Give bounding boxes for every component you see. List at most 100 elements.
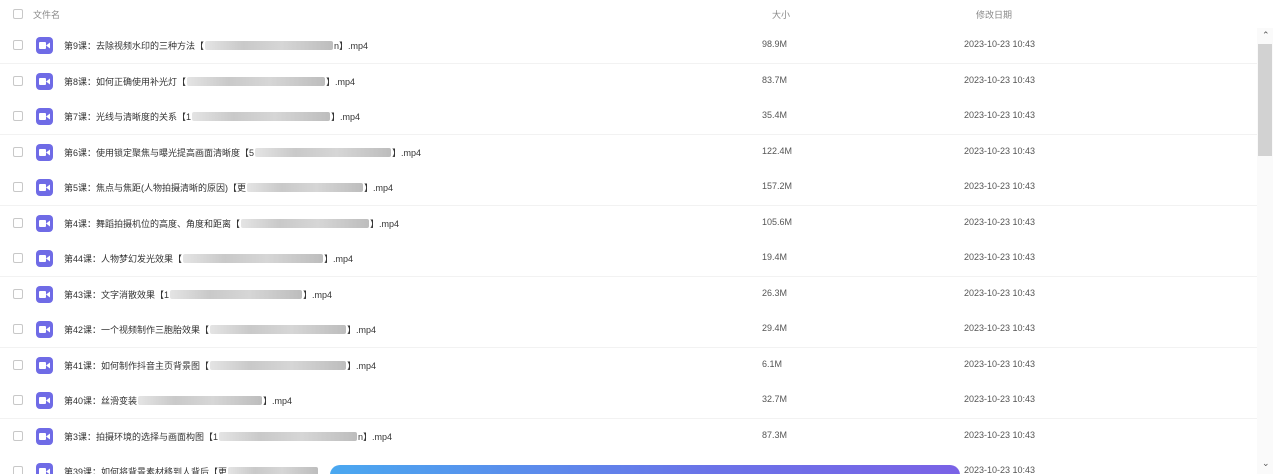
file-name-prefix: 第42课：一个视频制作三胞胎效果【	[64, 325, 210, 335]
file-name-suffix: 】.mp4	[347, 325, 377, 335]
row-checkbox[interactable]	[13, 217, 23, 228]
video-camera-icon	[36, 356, 53, 374]
row-checkbox[interactable]	[13, 40, 23, 50]
row-checkbox[interactable]	[13, 75, 23, 86]
file-row[interactable]: 第4课：舞蹈拍摄机位的高度、角度和距离【 】.mp4 105.6M 2023-10-2…	[0, 205, 1257, 242]
select-all-checkbox[interactable]	[13, 9, 23, 19]
file-name-prefix: 第4课：舞蹈拍摄机位的高度、角度和距离【	[64, 218, 241, 229]
file-row[interactable]: 第40课：丝滑变装 】.mp4 32.7M 2023-10-23 10:43	[0, 383, 1257, 419]
file-name[interactable]: 第44课：人物梦幻发光效果【 】.mp4	[64, 252, 353, 265]
file-row[interactable]: 第44课：人物梦幻发光效果【 】.mp4 19.4M 2023-10-23 10:43	[0, 241, 1257, 277]
file-name-prefix: 第7课：光线与清晰度的关系【1	[64, 112, 192, 122]
file-size: 6.1M	[762, 358, 783, 369]
file-modified-date: 2023-10-23 10:43	[964, 110, 1036, 120]
file-name-prefix: 第8课：如何正确使用补光灯【	[64, 76, 187, 87]
row-checkbox[interactable]	[13, 324, 23, 334]
column-header-size[interactable]: 大小	[772, 8, 790, 21]
file-name-prefix: 第39课：如何将背景素材移到人背后【更	[64, 467, 228, 474]
column-header-date[interactable]: 修改日期	[976, 8, 1012, 21]
chevron-up-icon[interactable]: ⌃	[1262, 30, 1270, 41]
file-modified-date: 2023-10-23 10:43	[964, 323, 1036, 333]
file-name[interactable]: 第39课：如何将背景素材移到人背后【更	[64, 465, 319, 474]
file-modified-date: 2023-10-23 10:43	[964, 252, 1036, 262]
file-name-suffix: 】.mp4	[326, 76, 356, 87]
file-name-suffix: n】.mp4	[358, 431, 393, 442]
file-modified-date: 2023-10-23 10:43	[964, 74, 1036, 85]
file-name[interactable]: 第4课：舞蹈拍摄机位的高度、角度和距离【 】.mp4	[64, 217, 399, 230]
file-name[interactable]: 第41课：如何制作抖音主页背景图【 】.mp4	[64, 359, 376, 372]
file-name[interactable]: 第3课：拍摄环境的选择与画面构图【1 n】.mp4	[64, 430, 392, 443]
video-camera-icon	[36, 214, 53, 232]
redacted-text	[247, 183, 364, 192]
file-row[interactable]: 第7课：光线与清晰度的关系【1 】.mp4 35.4M 2023-10-23 10:4…	[0, 99, 1257, 135]
file-name[interactable]: 第8课：如何正确使用补光灯【 】.mp4	[64, 75, 355, 88]
video-camera-icon	[36, 285, 53, 303]
file-row[interactable]: 第43课：文字消散效果【1 】.mp4 26.3M 2023-10-23 10:43	[0, 276, 1257, 313]
video-camera-icon	[36, 37, 53, 54]
file-name[interactable]: 第42课：一个视频制作三胞胎效果【 】.mp4	[64, 323, 376, 336]
bottom-action-bar[interactable]	[330, 465, 960, 474]
redacted-text	[255, 147, 392, 157]
row-checkbox[interactable]	[13, 146, 23, 157]
row-checkbox[interactable]	[13, 288, 23, 299]
file-list-panel: 文件名 大小 修改日期 第9课：去除视频水印的三种方法【 n】.mp4 98.9M 2…	[0, 0, 1280, 474]
file-row[interactable]: 第6课：使用锁定聚焦与曝光提高画面清晰度【5 】.mp4 122.4M 2023-10…	[0, 134, 1257, 171]
file-name-prefix: 第3课：拍摄环境的选择与画面构图【1	[64, 431, 219, 442]
redacted-text	[192, 112, 331, 121]
row-checkbox[interactable]	[13, 253, 23, 263]
file-name[interactable]: 第9课：去除视频水印的三种方法【 n】.mp4	[64, 39, 368, 52]
redacted-text	[210, 360, 347, 370]
file-size: 29.4M	[762, 323, 788, 333]
video-camera-icon	[36, 392, 53, 409]
file-name-prefix: 第44课：人物梦幻发光效果【	[64, 254, 183, 264]
file-name-prefix: 第9课：去除视频水印的三种方法【	[64, 41, 205, 51]
file-modified-date: 2023-10-23 10:43	[964, 181, 1036, 191]
file-name-prefix: 第41课：如何制作抖音主页背景图【	[64, 360, 210, 371]
redacted-text	[228, 467, 319, 474]
file-size: 26.3M	[762, 287, 788, 298]
file-modified-date: 2023-10-23 10:43	[964, 216, 1036, 227]
redacted-text	[219, 431, 358, 441]
video-camera-icon	[36, 108, 53, 125]
file-size: 83.7M	[762, 74, 788, 85]
file-name-suffix: 】.mp4	[303, 289, 333, 300]
video-camera-icon	[36, 143, 53, 161]
video-camera-icon	[36, 321, 53, 338]
file-row[interactable]: 第42课：一个视频制作三胞胎效果【 】.mp4 29.4M 2023-10-23 10…	[0, 312, 1257, 348]
file-list-header: 文件名 大小 修改日期	[0, 0, 1257, 29]
file-row[interactable]: 第8课：如何正确使用补光灯【 】.mp4 83.7M 2023-10-23 10:43	[0, 63, 1257, 100]
column-header-name[interactable]: 文件名	[33, 8, 60, 21]
file-row[interactable]: 第9课：去除视频水印的三种方法【 n】.mp4 98.9M 2023-10-23 10…	[0, 28, 1257, 64]
row-checkbox[interactable]	[13, 111, 23, 121]
file-size: 87.3M	[762, 429, 788, 440]
redacted-text	[210, 325, 347, 334]
file-name[interactable]: 第40课：丝滑变装 】.mp4	[64, 394, 292, 407]
redacted-text	[170, 289, 303, 299]
file-size: 35.4M	[762, 110, 788, 120]
file-modified-date: 2023-10-23 10:43	[964, 287, 1036, 298]
file-row[interactable]: 第5课：焦点与焦距(人物拍摄清晰的原因)【更 】.mp4 157.2M 2023-10…	[0, 170, 1257, 206]
video-camera-icon	[36, 179, 53, 196]
row-checkbox[interactable]	[13, 359, 23, 370]
file-name[interactable]: 第5课：焦点与焦距(人物拍摄清晰的原因)【更 】.mp4	[64, 181, 393, 194]
row-checkbox[interactable]	[13, 182, 23, 192]
file-modified-date: 2023-10-23 10:43	[964, 394, 1036, 404]
row-checkbox[interactable]	[13, 430, 23, 441]
file-name[interactable]: 第7课：光线与清晰度的关系【1 】.mp4	[64, 110, 360, 123]
file-row[interactable]: 第41课：如何制作抖音主页背景图【 】.mp4 6.1M 2023-10-23 10:…	[0, 347, 1257, 384]
file-name-suffix: 】.mp4	[263, 396, 293, 406]
file-size: 32.7M	[762, 394, 788, 404]
file-name-prefix: 第40课：丝滑变装	[64, 396, 138, 406]
file-name-prefix: 第6课：使用锁定聚焦与曝光提高画面清晰度【5	[64, 147, 255, 158]
file-size: 122.4M	[762, 145, 793, 156]
video-camera-icon	[36, 463, 53, 474]
chevron-down-icon[interactable]: ⌄	[1262, 458, 1270, 469]
redacted-text	[138, 396, 263, 405]
file-name-suffix: 】.mp4	[324, 254, 354, 264]
row-checkbox[interactable]	[13, 466, 23, 474]
file-name[interactable]: 第6课：使用锁定聚焦与曝光提高画面清晰度【5 】.mp4	[64, 146, 421, 159]
file-row[interactable]: 第3课：拍摄环境的选择与画面构图【1 n】.mp4 87.3M 2023-10-23 …	[0, 418, 1257, 455]
scrollbar-thumb[interactable]	[1258, 44, 1272, 156]
file-name[interactable]: 第43课：文字消散效果【1 】.mp4	[64, 288, 332, 301]
row-checkbox[interactable]	[13, 395, 23, 405]
